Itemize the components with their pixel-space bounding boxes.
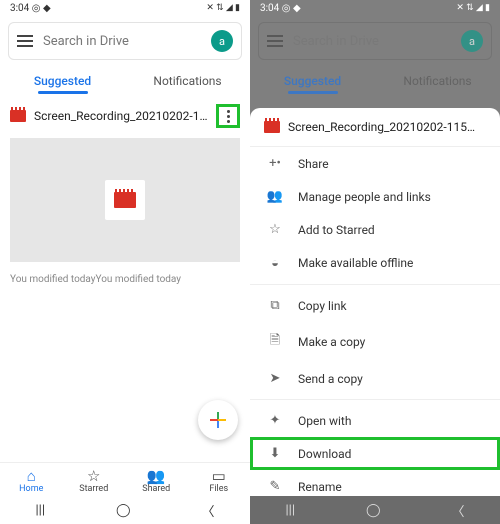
tab-suggested[interactable]: Suggested: [0, 66, 125, 94]
search-box[interactable]: Search in Drive a: [8, 22, 242, 60]
phone-left: 3:04 ◎ ◆ ✕ ⇅ ◢ ▮ Search in Drive a Sugge…: [0, 0, 250, 524]
sheet-sendcopy[interactable]: ➤Send a copy: [250, 362, 500, 395]
offline-icon: ◒: [266, 255, 284, 271]
sheet-manage[interactable]: 👥Manage people and links: [250, 180, 500, 213]
menu-icon: [267, 35, 283, 47]
more-button[interactable]: [216, 104, 240, 128]
send-icon: ➤: [266, 371, 284, 386]
menu-icon[interactable]: [17, 35, 33, 47]
home-icon[interactable]: ◯: [116, 503, 131, 518]
status-bar: 3:04 ◎ ◆ ✕ ⇅ ◢ ▮: [0, 0, 250, 16]
plus-icon: [210, 412, 226, 428]
tab-suggested: Suggested: [250, 66, 375, 94]
nav-starred[interactable]: ☆Starred: [63, 463, 126, 496]
home-icon: ⌂: [0, 469, 63, 484]
file-row[interactable]: Screen_Recording_20210202-11...: [0, 94, 250, 132]
tab-notifications: Notifications: [375, 66, 500, 94]
status-icons: ✕ ⇅ ◢ ▮: [456, 3, 490, 13]
video-icon: [10, 110, 26, 122]
search-input: Search in Drive: [293, 34, 451, 49]
more-icon: [227, 110, 230, 123]
tab-notifications[interactable]: Notifications: [125, 66, 250, 94]
back-icon[interactable]: 〈: [451, 501, 464, 520]
home-icon[interactable]: ◯: [366, 503, 381, 518]
sheet-openwith[interactable]: ✦Open with: [250, 404, 500, 437]
sheet-makecopy[interactable]: 🗎Make a copy: [250, 322, 500, 362]
status-bar: 3:04 ◎ ◆ ✕ ⇅ ◢ ▮: [250, 0, 500, 16]
fab-new[interactable]: [198, 400, 238, 440]
preview-thumb: [105, 180, 145, 220]
sheet-list: +•Share 👥Manage people and links ☆Add to…: [250, 147, 500, 524]
recents-icon[interactable]: |||: [285, 503, 295, 518]
openwith-icon: ✦: [266, 413, 284, 428]
status-time: 3:04 ◎ ◆: [260, 3, 301, 14]
sheet-copylink[interactable]: ⧉Copy link: [250, 289, 500, 322]
phone-right: 3:04 ◎ ◆ ✕ ⇅ ◢ ▮ Search in Drive a Sugge…: [250, 0, 500, 524]
download-icon: ⬇: [266, 446, 284, 461]
avatar[interactable]: a: [211, 30, 233, 52]
tabs: Suggested Notifications: [250, 66, 500, 94]
modified-text: You modified todayYou modified today: [0, 268, 250, 291]
folder-icon: ▭: [188, 469, 251, 484]
recents-icon[interactable]: |||: [35, 503, 45, 518]
bottom-sheet: Screen_Recording_20210202-115611_Fil... …: [250, 108, 500, 524]
share-icon: +•: [266, 156, 284, 171]
sheet-download[interactable]: ⬇Download: [250, 437, 500, 470]
video-icon: [264, 121, 280, 133]
status-time: 3:04 ◎ ◆: [10, 3, 51, 14]
sheet-header: Screen_Recording_20210202-115611_Fil...: [250, 108, 500, 147]
bottom-nav: ⌂Home ☆Starred 👥Shared ▭Files: [0, 462, 250, 496]
star-icon: ☆: [63, 469, 126, 484]
sheet-file-name: Screen_Recording_20210202-115611_Fil...: [288, 120, 478, 134]
people-icon: 👥: [125, 469, 188, 484]
people-icon: 👥: [266, 189, 284, 204]
nav-home[interactable]: ⌂Home: [0, 463, 63, 496]
sheet-offline[interactable]: ◒Make available offline: [250, 246, 500, 280]
star-icon: ☆: [266, 222, 284, 237]
search-box: Search in Drive a: [258, 22, 492, 60]
sheet-share[interactable]: +•Share: [250, 147, 500, 180]
avatar: a: [461, 30, 483, 52]
back-icon[interactable]: 〈: [201, 501, 214, 520]
copy-icon: 🗎: [266, 331, 284, 353]
rename-icon: ✎: [266, 479, 284, 494]
system-bar: ||| ◯ 〈: [250, 496, 500, 524]
status-icons: ✕ ⇅ ◢ ▮: [206, 3, 240, 13]
file-name: Screen_Recording_20210202-11...: [34, 109, 208, 123]
nav-files[interactable]: ▭Files: [188, 463, 251, 496]
system-bar: ||| ◯ 〈: [0, 496, 250, 524]
search-input[interactable]: Search in Drive: [43, 34, 201, 49]
file-preview[interactable]: [10, 138, 240, 262]
sheet-star[interactable]: ☆Add to Starred: [250, 213, 500, 246]
tabs: Suggested Notifications: [0, 66, 250, 94]
link-icon: ⧉: [266, 298, 284, 313]
nav-shared[interactable]: 👥Shared: [125, 463, 188, 496]
